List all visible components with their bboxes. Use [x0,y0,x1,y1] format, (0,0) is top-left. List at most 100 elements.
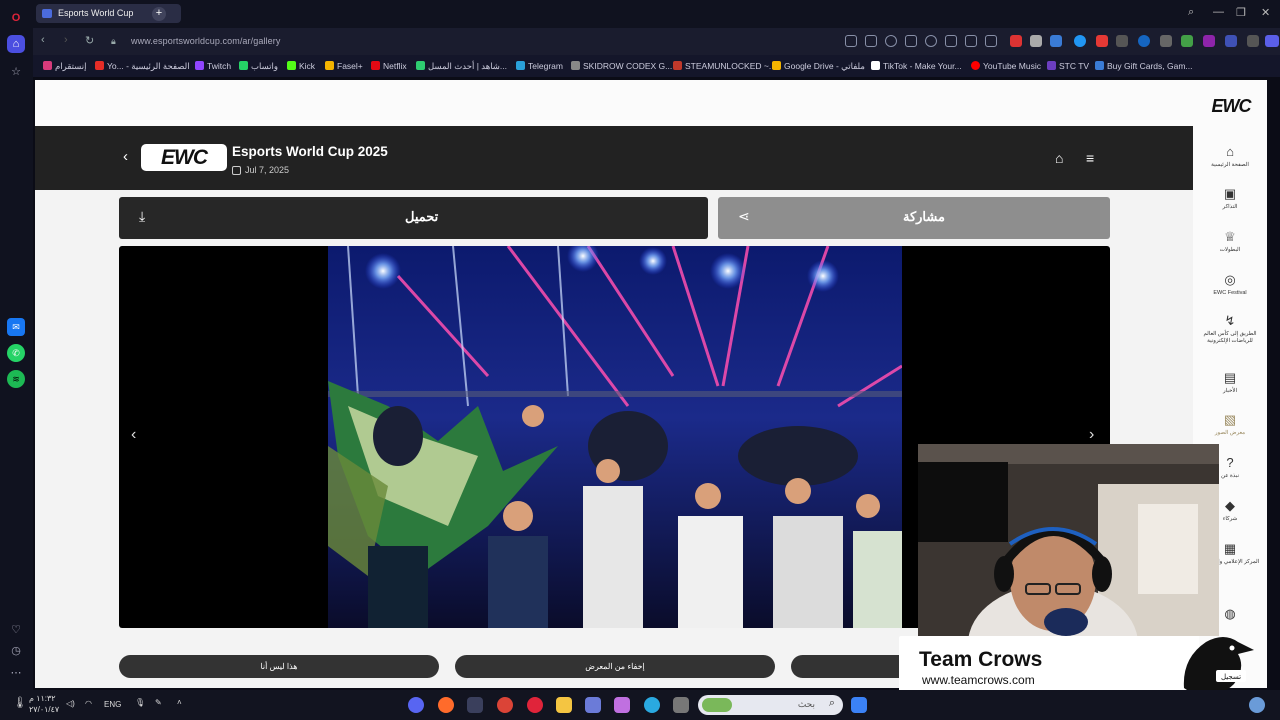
opera-sidebar: O ⌂ ☆ ✉ ✆ ≋ ♡ ◷ ⋯ [0,0,33,690]
extension-icon[interactable] [1225,35,1237,47]
tab-title: Esports World Cup [58,8,134,18]
clock-time[interactable]: ١١:٣٢ م [29,694,56,703]
not-me-button[interactable]: هذا ليس أنا [119,655,439,678]
extension-icon[interactable] [1203,35,1215,47]
next-photo-icon[interactable]: › [1089,426,1094,444]
store-icon[interactable] [585,697,601,713]
taskbar-search[interactable]: بحث ⌕ [698,695,843,715]
extension-icon[interactable] [1247,35,1259,47]
shield-icon[interactable] [885,35,897,47]
hide-from-gallery-button[interactable]: إخفاء من المعرض [455,655,775,678]
notification-icon[interactable] [1249,697,1265,713]
network-icon[interactable]: ◠ [85,699,92,708]
bookmark[interactable]: SKIDROW CODEX G... [571,61,672,71]
extension-icon[interactable] [1160,35,1172,47]
clock-date[interactable]: ٢٧/٠١/٤٧ [29,705,59,714]
route-icon: ↯ [1224,313,1236,328]
nav-item-home[interactable]: ⌂ الصفحة الرئيسية [1197,144,1263,169]
bookmark[interactable]: Yo... - الصفحة الرئيسية [95,61,190,72]
taskbar: 🌡︎ ١١:٣٢ م ٢٧/٠١/٤٧ ◁) ◠ ENG 🎙︎ ✎ ˄ بحث … [0,690,1280,720]
bookmark[interactable]: STEAMUNLOCKED ~... [673,61,776,71]
close-icon[interactable]: ✕ [1261,6,1270,19]
menu-icon[interactable] [965,35,977,47]
maximize-icon[interactable]: ❐ [1236,6,1246,19]
forward-icon[interactable]: › [64,34,68,46]
bookmark[interactable]: Telegram [516,61,563,71]
snapshot-icon[interactable] [865,35,877,47]
bookmark[interactable]: STC TV [1047,61,1089,71]
extension-icon[interactable] [1116,35,1128,47]
start-icon[interactable] [851,697,867,713]
pen-icon[interactable]: ✎ [155,698,162,707]
home-icon[interactable]: ⌂ [1055,150,1063,166]
tray-chevron-icon[interactable]: ˄ [177,698,182,707]
history-icon[interactable]: ◷ [7,641,25,659]
download-icon[interactable] [945,35,957,47]
search-tabs-icon[interactable]: ⌕ [1188,6,1194,19]
toolbar-icon[interactable] [845,35,857,47]
previous-photo-icon[interactable]: ‹ [131,426,136,444]
heart-icon[interactable]: ♡ [7,620,25,638]
heart-icon[interactable] [925,35,937,47]
app-icon[interactable] [673,697,689,713]
spotify-icon[interactable]: ≋ [7,370,25,388]
language-indicator[interactable]: ENG [104,700,121,709]
extension-icon[interactable] [1138,35,1150,47]
bookmark[interactable]: Google Drive - ملفاتي [772,61,865,72]
microphone-icon[interactable]: 🎙︎ [135,698,145,707]
url-field[interactable]: www.esportsworldcup.com/ar/gallery [131,36,280,46]
bookmark[interactable]: Kick [287,61,315,71]
task-view-icon[interactable] [467,697,483,713]
extension-icon[interactable] [1030,35,1042,47]
bookmark[interactable]: Twitch [195,61,231,71]
ewc-logo[interactable]: EWC [141,144,227,171]
speed-dial-icon[interactable]: ☆ [7,62,25,80]
volume-icon[interactable]: ◁) [66,699,75,708]
webcam-overlay [918,444,1219,636]
extension-icon[interactable] [1050,35,1062,47]
opera-icon[interactable] [527,697,543,713]
back-icon[interactable]: ‹ [41,34,45,46]
hamburger-menu-icon[interactable]: ≡ [1086,150,1094,166]
messenger-icon[interactable]: ✉ [7,318,25,336]
home-icon[interactable]: ⌂ [7,35,25,53]
nav-item-festival[interactable]: ◎ EWC Festival [1197,272,1263,297]
nav-item-gallery[interactable]: ▧ معرض الصور [1197,412,1263,437]
minimize-icon[interactable]: — [1213,6,1224,18]
discord-icon[interactable] [408,697,424,713]
nav-item-news[interactable]: ▤ الأخبار [1197,370,1263,395]
nav-item-road-to-ewc[interactable]: ↯ الطريق إلى كأس العالم للرياضات الإلكترو… [1197,313,1263,345]
extension-icon[interactable] [1074,35,1086,47]
play-icon[interactable] [905,35,917,47]
extension-icon[interactable] [1181,35,1193,47]
whatsapp-icon[interactable]: ✆ [7,344,25,362]
extension-icon[interactable] [1010,35,1022,47]
bookmark[interactable]: Netflix [371,61,407,71]
bookmark[interactable]: Buy Gift Cards, Gam... [1095,61,1193,71]
more-icon[interactable]: ⋯ [7,663,25,681]
bookmark[interactable]: Fasel+ [325,61,363,71]
opera-logo-icon[interactable]: O [7,9,25,27]
bookmark[interactable]: YouTube Music [971,61,1041,71]
bookmark[interactable]: واتساب [239,61,278,72]
back-arrow-icon[interactable]: ‹ [123,148,128,165]
chrome-icon[interactable] [497,697,513,713]
edge-icon[interactable] [644,697,660,713]
bookmark[interactable]: إنستقرام [43,61,87,72]
new-tab-button[interactable]: + [152,7,166,21]
extension-icon[interactable] [1096,35,1108,47]
weather-icon[interactable]: 🌡︎ [13,696,27,709]
share-button[interactable]: ⋖ مشاركة [718,197,1110,239]
firefox-icon[interactable] [438,697,454,713]
reload-icon[interactable]: ↻ [85,34,94,47]
profile-icon[interactable] [985,35,997,47]
nav-item-tickets[interactable]: ▣ التذاكر [1197,186,1263,211]
ewc-logo[interactable]: EWC [1199,96,1263,118]
ai-icon[interactable] [1265,35,1279,47]
nav-item-tournaments[interactable]: ♕ البطولات [1197,229,1263,254]
download-button[interactable]: ⤓ تحميل [119,197,708,239]
copilot-icon[interactable] [614,697,630,713]
bookmark[interactable]: شاهد | أحدث المسل... [416,61,507,72]
file-explorer-icon[interactable] [556,697,572,713]
bookmark[interactable]: TikTok - Make Your... [871,61,962,71]
